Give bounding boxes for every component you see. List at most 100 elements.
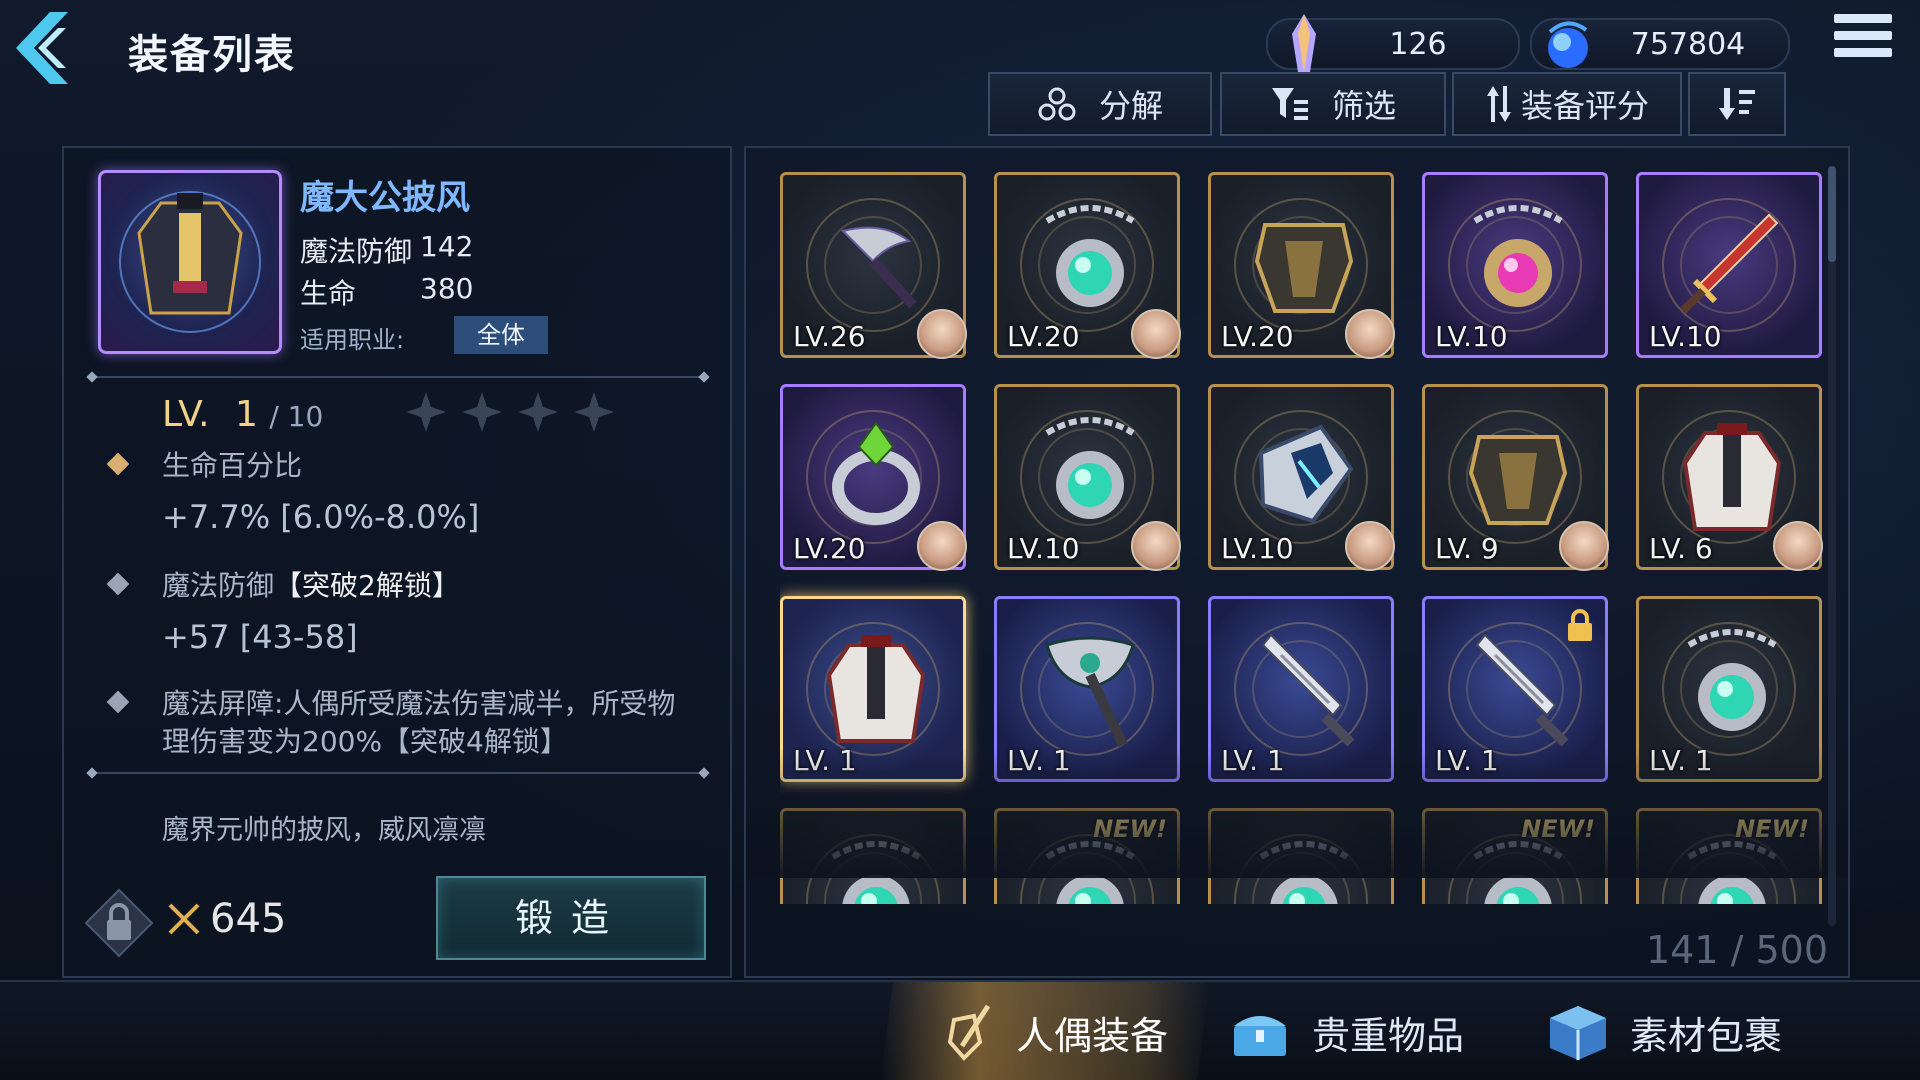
level-prefix: LV.: [162, 394, 210, 435]
star-icon: [406, 392, 446, 432]
stat-value: 380: [420, 272, 474, 305]
star-rating: [404, 390, 616, 434]
scrollbar[interactable]: [1828, 166, 1836, 926]
tab-doll-equipment[interactable]: 人偶装备: [880, 982, 1210, 1080]
equipment-slot[interactable]: LV.10: [1422, 172, 1608, 358]
sort-arrows-icon: [1486, 86, 1511, 122]
sort-order-icon: [1719, 88, 1755, 120]
padlock-icon: [84, 888, 154, 958]
attribute-bullet: [106, 572, 130, 596]
class-badge: 全体: [454, 316, 548, 354]
equipped-doll-avatar: [1131, 521, 1181, 571]
level-display: LV. 1 / 10: [162, 394, 323, 435]
currency-crystal: 126: [1266, 14, 1520, 72]
equipped-doll-avatar: [1773, 521, 1823, 571]
amulet-icon: [1687, 629, 1777, 731]
tab-valuables[interactable]: 贵重物品: [1228, 982, 1528, 1080]
power-display: 645: [164, 896, 286, 942]
level-max: / 10: [269, 400, 324, 433]
filter-button[interactable]: 筛选: [1220, 72, 1446, 136]
equipment-slot[interactable]: LV.10: [1208, 384, 1395, 571]
equipment-slot[interactable]: LV. 6: [1636, 384, 1823, 571]
item-level: LV. 9: [1435, 532, 1499, 565]
decompose-label: 分解: [1098, 87, 1163, 125]
coat-icon: [119, 191, 261, 333]
equipment-slot[interactable]: LV.26: [780, 172, 967, 359]
item-detail-panel: 魔大公披风 魔法防御 142 生命 380 适用职业: 全体 LV. 1 / 1…: [62, 146, 732, 978]
sort-by-score-button[interactable]: 装备评分: [1452, 72, 1682, 136]
tab-label: 素材包裹: [1630, 1013, 1783, 1058]
attribute-name-text: 生命百分比: [162, 449, 303, 482]
power-value: 645: [210, 896, 287, 942]
armor-icon: [1468, 435, 1568, 525]
item-level: LV.10: [1435, 320, 1508, 353]
equipped-doll-avatar: [1131, 309, 1181, 359]
ring-icon: [832, 421, 920, 525]
attribute-bullet: [106, 452, 130, 476]
attribute-name: 生命百分比: [162, 444, 302, 484]
attribute-value: +57 [43-58]: [162, 618, 358, 656]
pink-amulet-icon: [1473, 205, 1563, 307]
equipment-slot[interactable]: LV. 9: [1422, 384, 1609, 571]
coat-icon: [826, 635, 926, 743]
sort-label: 装备评分: [1520, 87, 1649, 125]
menu-button[interactable]: [1834, 14, 1892, 70]
decompose-icon: [1038, 87, 1076, 121]
item-description: 魔界元帅的披风，威风凛凛: [162, 815, 486, 846]
orb-count: 757804: [1630, 26, 1746, 62]
attribute-name-cont: 理伤害变为200%【突破4解锁】: [162, 725, 568, 758]
menu-line: [1834, 14, 1892, 23]
divider: [92, 772, 704, 774]
crystal-count: 126: [1389, 26, 1447, 62]
tab-label: 人偶装备: [1016, 1013, 1169, 1058]
star-icon: [518, 392, 558, 432]
coat-icon: [1682, 423, 1782, 531]
item-level: LV.20: [1007, 320, 1080, 353]
item-level: LV.10: [1007, 532, 1080, 565]
equipped-doll-avatar: [1345, 309, 1395, 359]
item-level: LV.10: [1649, 320, 1722, 353]
attribute-name-text: 魔法防御: [162, 569, 275, 602]
attribute-bullet: [106, 690, 130, 714]
blade-icon: [1475, 633, 1569, 747]
attribute-value: +7.7% [6.0%-8.0%]: [162, 498, 480, 536]
equipment-slot[interactable]: LV.10: [994, 384, 1181, 571]
item-level: LV.20: [1221, 320, 1294, 353]
back-arrow-icon: [16, 12, 68, 84]
equipped-doll-avatar: [917, 309, 967, 359]
divider: [92, 376, 704, 378]
tab-materials[interactable]: 素材包裹: [1546, 982, 1866, 1080]
inventory-count: 141 / 500: [1645, 928, 1828, 972]
item-level: LV.10: [1221, 532, 1294, 565]
bottom-tab-bar: 人偶装备 贵重物品 素材包裹: [0, 980, 1920, 1080]
attribute-name: 魔法防御【突破2解锁】: [162, 564, 460, 604]
sort-order-button[interactable]: [1688, 72, 1786, 136]
dagger-icon: [841, 226, 917, 309]
material-box-icon: [1550, 1006, 1606, 1060]
equipped-doll-avatar: [1345, 521, 1395, 571]
equipment-slot[interactable]: LV.20: [1208, 172, 1395, 359]
equipment-slot[interactable]: LV.10: [1636, 172, 1822, 358]
forge-button[interactable]: 锻造: [436, 876, 706, 960]
amulet-icon: [1045, 417, 1135, 519]
filter-label: 筛选: [1331, 87, 1396, 125]
item-level: LV.20: [793, 532, 866, 565]
decompose-button[interactable]: 分解: [988, 72, 1212, 136]
equipment-slot[interactable]: LV.20: [994, 172, 1181, 359]
lock-toggle[interactable]: [84, 888, 154, 958]
tab-label: 贵重物品: [1312, 1013, 1465, 1058]
unlock-condition: 【突破2解锁】: [274, 569, 460, 602]
item-level: LV. 6: [1649, 532, 1713, 565]
currency-orb: 757804: [1530, 18, 1790, 70]
star-icon: [574, 392, 614, 432]
scroll-thumb[interactable]: [1828, 166, 1836, 262]
crossed-swords-icon: [168, 903, 200, 935]
equipment-slot[interactable]: LV.20: [780, 384, 967, 571]
back-button[interactable]: [10, 8, 76, 88]
padlock-icon: [1568, 609, 1592, 641]
treasure-chest-icon: [1234, 1016, 1286, 1056]
item-level: LV.26: [793, 320, 866, 353]
menu-line: [1834, 48, 1892, 57]
stat-label: 生命: [300, 277, 357, 310]
gauntlet-icon: [1258, 424, 1354, 524]
